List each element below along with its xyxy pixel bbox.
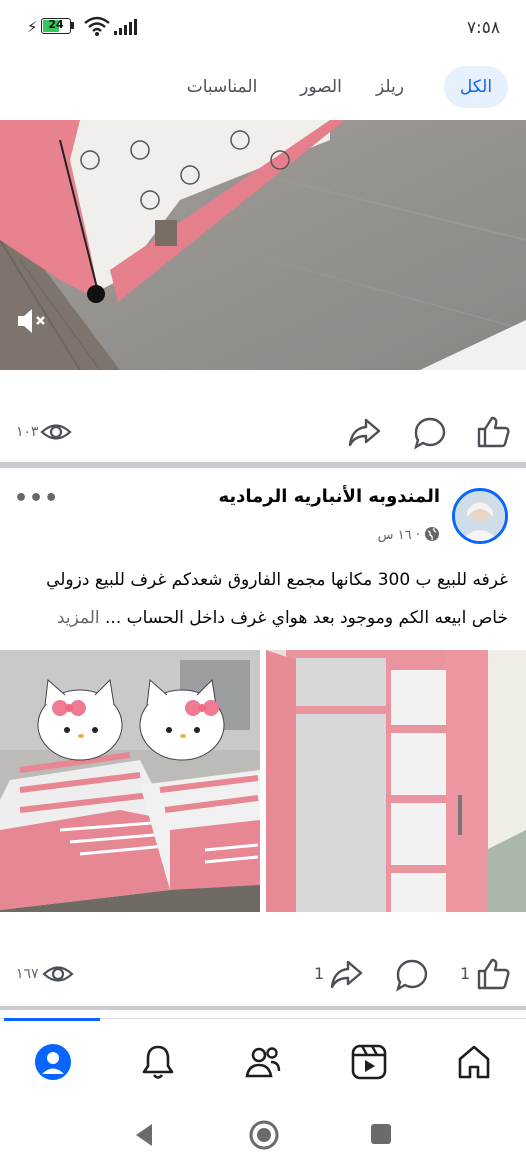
back-icon[interactable] <box>132 1122 156 1148</box>
eye-icon <box>40 424 72 440</box>
post1-actions: ١٠٣ <box>0 404 526 462</box>
view-count: ١٠٣ <box>16 424 39 440</box>
reels-icon[interactable] <box>350 1043 388 1081</box>
signal-icon <box>114 19 137 35</box>
active-tab-indicator <box>4 1018 100 1021</box>
globe-icon <box>424 526 440 546</box>
tab-photos[interactable]: الصور <box>290 66 352 108</box>
post-image-wardrobe[interactable] <box>266 650 526 912</box>
more-options-button[interactable]: ••• <box>14 486 59 511</box>
profile-icon[interactable] <box>34 1043 72 1081</box>
clock: ٧:٥٨ <box>466 18 500 38</box>
post-video[interactable] <box>0 120 526 370</box>
friends-icon[interactable] <box>244 1043 282 1081</box>
battery-tip <box>71 22 74 29</box>
meta-dot: · <box>415 528 420 543</box>
mute-icon[interactable] <box>14 306 50 336</box>
author-name[interactable]: المندوبه الأنباريه الرماديه <box>218 486 440 507</box>
comment-icon[interactable] <box>413 416 447 450</box>
like-icon[interactable] <box>476 414 512 450</box>
home-button-icon[interactable] <box>248 1119 280 1151</box>
notifications-icon[interactable] <box>140 1043 176 1081</box>
status-bar: ⚡ 24 ٧:٥٨ <box>0 0 526 56</box>
tab-all[interactable]: الكل <box>444 66 508 108</box>
bed-photo <box>0 120 526 370</box>
share-icon[interactable] <box>330 958 364 990</box>
view-count: ١٦٧ <box>16 966 39 982</box>
see-more-link[interactable]: المزيد <box>57 608 100 628</box>
recents-icon[interactable] <box>370 1123 392 1145</box>
charging-icon: ⚡ <box>27 18 38 36</box>
wifi-icon <box>84 16 110 36</box>
post-text-line2: خاص ابيعه الكم وموجود بعد هواي غرف داخل … <box>18 602 508 635</box>
post-separator <box>0 462 526 468</box>
post-separator <box>0 1006 526 1010</box>
post-image-beds[interactable] <box>0 650 260 912</box>
filter-tabs: الكل ريلز الصور المناسبات <box>0 56 526 114</box>
share-icon[interactable] <box>348 416 382 448</box>
avatar[interactable] <box>452 488 508 544</box>
post2-actions: ١٦٧ 1 1 <box>0 946 526 1004</box>
share-count: 1 <box>314 964 325 983</box>
home-icon[interactable] <box>456 1043 492 1081</box>
comment-icon[interactable] <box>395 958 429 992</box>
battery-icon: 24 <box>41 18 71 34</box>
post-time: ١٦ س <box>377 528 412 543</box>
tab-reels[interactable]: ريلز <box>360 66 420 108</box>
post-meta: ١٦ س · <box>378 526 440 546</box>
post-text-line1: غرفه للبيع ب 300 مكانها مجمع الفاروق شعد… <box>46 570 508 590</box>
system-navigation <box>0 1102 526 1169</box>
tab-events[interactable]: المناسبات <box>180 66 264 108</box>
bottom-navigation <box>0 1018 526 1103</box>
battery-level: 24 <box>48 18 64 31</box>
eye-icon <box>42 966 74 982</box>
like-icon[interactable] <box>476 956 512 992</box>
post-text-line2-body: خاص ابيعه الكم وموجود بعد هواي غرف داخل … <box>105 608 508 628</box>
like-count: 1 <box>460 964 471 983</box>
